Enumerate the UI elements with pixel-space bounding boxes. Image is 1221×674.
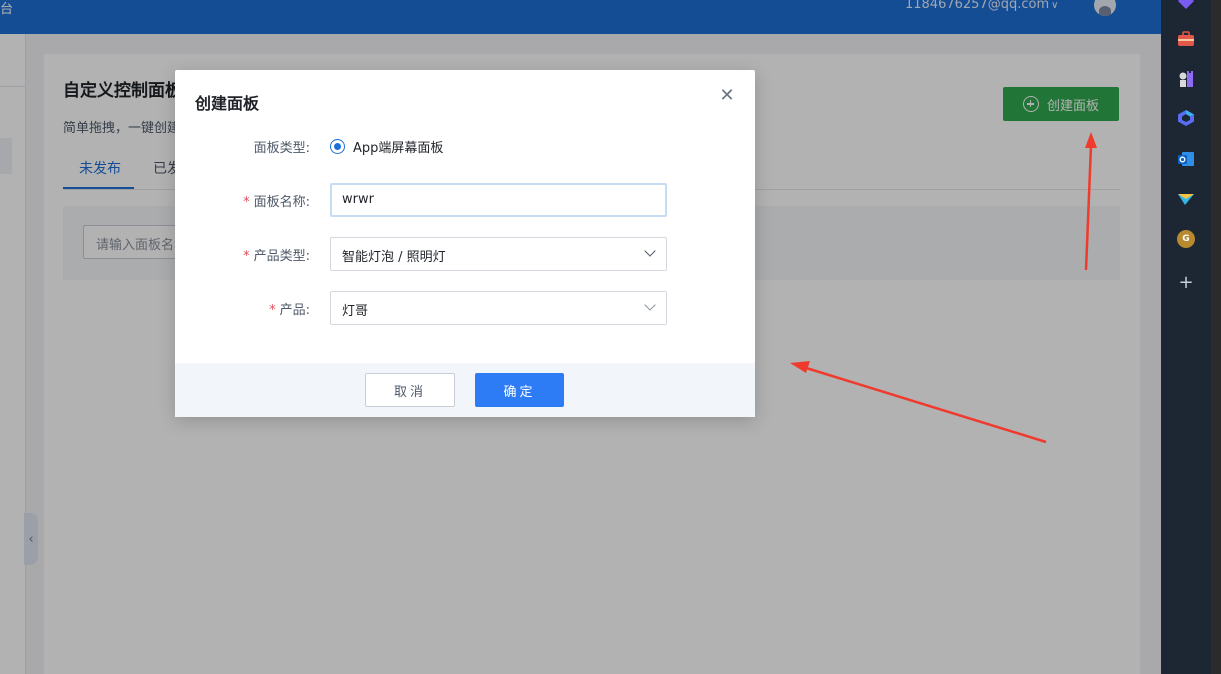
panel-type-option[interactable]: App端屏幕面板 bbox=[353, 137, 443, 156]
dialog-title: 创建面板 bbox=[195, 94, 260, 113]
panel-type-radio[interactable] bbox=[330, 139, 345, 154]
product-row: * 产品: 灯哥 bbox=[175, 291, 755, 325]
dialog-footer: 取消 确定 bbox=[175, 363, 755, 417]
product-type-label: * 产品类型: bbox=[243, 245, 310, 264]
send-icon[interactable] bbox=[1177, 190, 1195, 208]
create-panel-dialog: 创建面板 ✕ 面板类型: App端屏幕面板 * 面板名称: wrwr * 产品类型:… bbox=[175, 70, 755, 417]
chevron-down-icon bbox=[644, 299, 656, 311]
panel-name-label: * 面板名称: bbox=[243, 191, 310, 210]
product-label: * 产品: bbox=[269, 299, 310, 318]
chess-icon[interactable] bbox=[1177, 70, 1195, 88]
cancel-button[interactable]: 取消 bbox=[365, 373, 455, 407]
panel-type-label: 面板类型: bbox=[253, 141, 310, 156]
product-type-value: 智能灯泡 / 照明灯 bbox=[342, 250, 446, 265]
outlook-icon[interactable] bbox=[1177, 150, 1195, 168]
copilot-icon[interactable] bbox=[1177, 109, 1195, 127]
product-type-row: * 产品类型: 智能灯泡 / 照明灯 bbox=[175, 237, 755, 271]
add-icon[interactable]: + bbox=[1177, 271, 1195, 293]
product-type-label-text: 产品类型: bbox=[253, 249, 310, 264]
g-avatar-icon[interactable]: G bbox=[1177, 230, 1195, 248]
product-value: 灯哥 bbox=[342, 304, 369, 319]
required-mark: * bbox=[269, 303, 276, 318]
panel-type-row: 面板类型: App端屏幕面板 bbox=[175, 129, 755, 163]
chevron-down-icon bbox=[644, 245, 656, 257]
panel-name-row: * 面板名称: wrwr bbox=[175, 183, 755, 217]
diamond-icon[interactable] bbox=[1177, 0, 1195, 10]
required-mark: * bbox=[243, 195, 250, 210]
app-sidebar: G + bbox=[1161, 0, 1211, 674]
confirm-button[interactable]: 确定 bbox=[475, 373, 564, 407]
window-edge bbox=[1211, 0, 1221, 674]
panel-name-input[interactable]: wrwr bbox=[330, 183, 667, 217]
product-type-select[interactable]: 智能灯泡 / 照明灯 bbox=[330, 237, 667, 271]
required-mark: * bbox=[243, 249, 250, 264]
close-icon[interactable]: ✕ bbox=[718, 87, 736, 105]
add-glyph: + bbox=[1178, 271, 1194, 293]
product-label-text: 产品: bbox=[279, 303, 310, 318]
panel-name-label-text: 面板名称: bbox=[253, 195, 310, 210]
product-select[interactable]: 灯哥 bbox=[330, 291, 667, 325]
g-avatar-letter: G bbox=[1182, 234, 1190, 244]
toolbox-icon[interactable] bbox=[1177, 30, 1195, 48]
